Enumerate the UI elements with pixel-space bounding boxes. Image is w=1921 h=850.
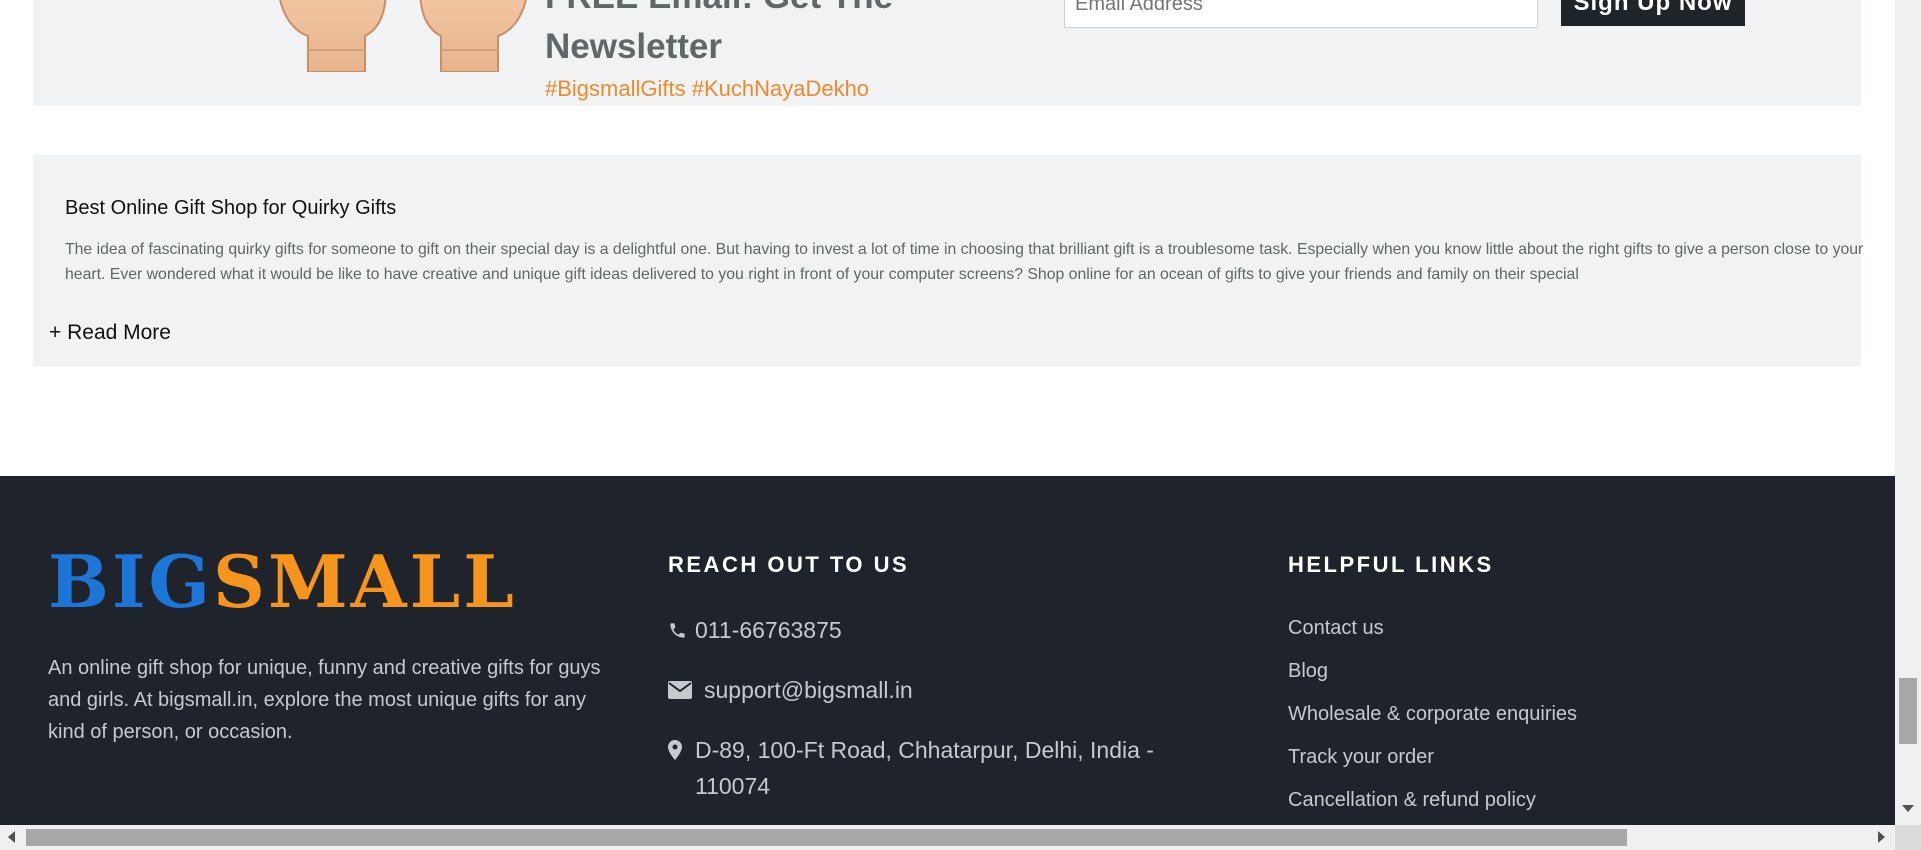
phone-number: 011-66763875 [695, 617, 842, 643]
scroll-right-arrow-icon[interactable] [1878, 831, 1885, 843]
helpful-links-list: Contact us Blog Wholesale & corporate en… [1288, 616, 1577, 825]
newsletter-hashtags: #BigsmallGifts #KuchNayaDekho [545, 76, 870, 101]
logo-text-small: SMALL [213, 539, 517, 624]
site-footer: BIGSMALL An online gift shop for unique,… [0, 476, 1895, 825]
helpful-links-heading: HELPFUL LINKS [1288, 552, 1494, 577]
horizontal-scroll-thumb[interactable] [26, 829, 1627, 846]
bigsmall-logo[interactable]: BIGSMALL [48, 546, 517, 618]
link-wholesale-enquiries[interactable]: Wholesale & corporate enquiries [1288, 702, 1577, 745]
phone-icon [668, 612, 688, 648]
envelope-icon [668, 672, 692, 708]
link-blog[interactable]: Blog [1288, 659, 1577, 702]
page: FREE Email: Get The Newsletter #Bigsmall… [0, 0, 1895, 825]
map-pin-icon [668, 732, 688, 768]
footer-about-text: An online gift shop for unique, funny an… [48, 657, 601, 743]
contact-address: D-89, 100-Ft Road, Chhatarpur, Delhi, In… [668, 732, 1188, 804]
seo-body-text: The idea of fascinating quirky gifts for… [65, 241, 1864, 283]
vertical-scrollbar[interactable] [1895, 0, 1921, 825]
link-cancellation-policy[interactable]: Cancellation & refund policy [1288, 788, 1577, 825]
reach-out-heading: REACH OUT TO US [668, 552, 910, 577]
seo-description-section: Best Online Gift Shop for Quirky Gifts T… [33, 155, 1863, 366]
scrollbar-corner [1895, 825, 1921, 850]
link-track-order[interactable]: Track your order [1288, 745, 1577, 788]
newsletter-section: FREE Email: Get The Newsletter #Bigsmall… [33, 0, 1861, 106]
contact-phone[interactable]: 011-66763875 [668, 612, 842, 648]
scroll-left-arrow-icon[interactable] [8, 831, 15, 843]
link-contact-us[interactable]: Contact us [1288, 616, 1577, 659]
newsletter-email-input[interactable] [1064, 0, 1538, 28]
scroll-down-arrow-icon[interactable] [1902, 805, 1914, 812]
logo-text-big: BIG [48, 539, 214, 624]
email-address: support@bigsmall.in [704, 677, 913, 703]
horizontal-scrollbar[interactable] [0, 825, 1921, 850]
signup-button[interactable]: Sign Up Now [1561, 0, 1745, 26]
vertical-scroll-thumb[interactable] [1899, 678, 1917, 744]
newsletter-title: FREE Email: Get The Newsletter [545, 0, 893, 66]
raised-hands-illustration [279, 0, 527, 72]
address-text: D-89, 100-Ft Road, Chhatarpur, Delhi, In… [695, 737, 1154, 799]
read-more-link[interactable]: + Read More [49, 321, 171, 345]
seo-title: Best Online Gift Shop for Quirky Gifts [65, 197, 397, 219]
contact-email[interactable]: support@bigsmall.in [668, 672, 913, 708]
